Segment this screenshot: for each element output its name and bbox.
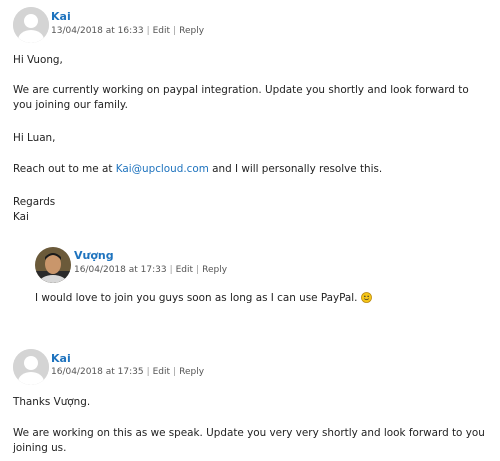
meta-separator: |: [173, 26, 177, 36]
comment-meta: 16/04/2018 at 17:35 | Edit | Reply: [51, 367, 204, 377]
meta-separator: |: [173, 367, 177, 377]
email-link[interactable]: Kai@upcloud.com: [116, 163, 209, 175]
reply-link[interactable]: Reply: [179, 26, 204, 36]
paragraph-text: I would love to join you guys soon as lo…: [35, 292, 358, 304]
comment-paragraph: Kai: [13, 211, 29, 223]
comment-paragraph: We are working on this as we speak. Upda…: [13, 427, 485, 454]
avatar: [35, 247, 71, 283]
comment-paragraph: We are currently working on paypal integ…: [13, 84, 469, 111]
reply-link[interactable]: Reply: [202, 265, 227, 275]
comment-meta: 16/04/2018 at 17:33 | Edit | Reply: [74, 265, 227, 275]
avatar: [13, 7, 49, 43]
meta-separator: |: [146, 26, 150, 36]
paragraph-text: and I will personally resolve this.: [208, 163, 383, 175]
comment-paragraph: Thanks Vượng.: [13, 396, 91, 408]
comment-date-link[interactable]: 16/04/2018 at 17:33: [74, 265, 167, 275]
comment-date-link[interactable]: 13/04/2018 at 16:33: [51, 26, 144, 36]
comment-paragraph: Hi Luan,: [13, 132, 56, 144]
edit-link[interactable]: Edit: [153, 367, 170, 377]
comment-paragraph: Hi Vuong,: [13, 54, 63, 66]
reply-link[interactable]: Reply: [179, 367, 204, 377]
avatar: [13, 349, 49, 385]
comment-meta: 13/04/2018 at 16:33 | Edit | Reply: [51, 26, 204, 36]
comment-date-link[interactable]: 16/04/2018 at 17:35: [51, 367, 144, 377]
default-avatar-icon: [13, 349, 49, 385]
smiley-icon: [360, 292, 372, 303]
comment-author[interactable]: Kai: [51, 352, 71, 365]
meta-separator: |: [196, 265, 200, 275]
paragraph-text: Reach out to me at: [13, 163, 116, 175]
comment-author[interactable]: Vượng: [74, 249, 114, 262]
comment-paragraph: Regards: [13, 196, 56, 208]
comment-author[interactable]: Kai: [51, 10, 71, 23]
meta-separator: |: [146, 367, 150, 377]
comment-paragraph: I would love to join you guys soon as lo…: [35, 291, 485, 306]
default-avatar-icon: [13, 7, 49, 43]
edit-link[interactable]: Edit: [153, 26, 170, 36]
comment-paragraph: Reach out to me at Kai@upcloud.com and I…: [13, 162, 491, 177]
user-photo-avatar: [35, 247, 71, 283]
meta-separator: |: [169, 265, 173, 275]
edit-link[interactable]: Edit: [176, 265, 193, 275]
